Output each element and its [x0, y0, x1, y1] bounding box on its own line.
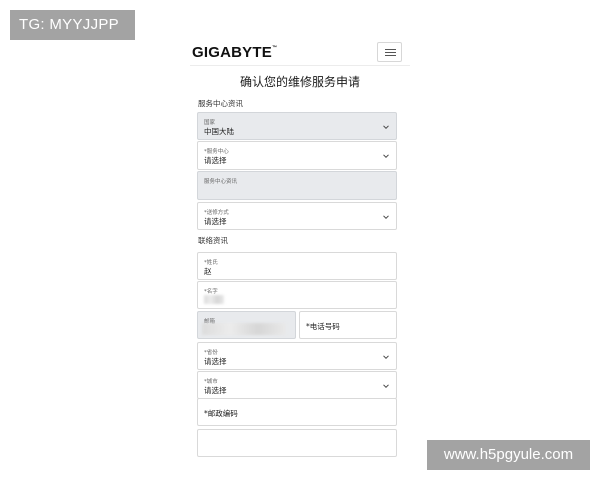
chevron-down-icon	[383, 124, 389, 130]
province-value: 请选择	[204, 357, 227, 366]
next-field[interactable]	[197, 429, 397, 457]
surname-label: *姓氏	[204, 260, 218, 266]
city-value: 请选择	[204, 386, 227, 395]
given-name-label: *名字	[204, 289, 218, 295]
service-center-value: 请选择	[204, 156, 227, 165]
province-label: *省份	[204, 350, 218, 356]
country-label: 国家	[204, 120, 216, 126]
watermark-bottom: www.h5pgyule.com	[427, 440, 590, 470]
chevron-down-icon	[383, 214, 389, 220]
chevron-down-icon	[383, 354, 389, 360]
city-label: *城市	[204, 379, 218, 385]
watermark-top: TG: MYYJJPP	[10, 10, 135, 40]
service-center-select[interactable]: *服务中心 请选择	[197, 141, 397, 170]
province-select[interactable]: *省份 请选择	[197, 342, 397, 370]
postal-code-label: *邮政编码	[204, 409, 238, 418]
service-center-label: *服务中心	[204, 149, 229, 155]
email-input[interactable]: 邮箱	[197, 311, 296, 339]
hamburger-icon[interactable]	[377, 42, 402, 62]
delivery-method-label: *送修方式	[204, 210, 229, 216]
brand-logo-text: GIGABYTE	[192, 44, 272, 61]
service-center-info-field: 服务中心资讯	[197, 171, 397, 200]
section-service-center: 服务中心资讯	[198, 99, 243, 108]
site-header: GIGABYTE™	[190, 40, 410, 66]
page-title: 确认您的维修服务申请	[239, 75, 360, 89]
chevron-down-icon	[383, 153, 389, 159]
phone-label: *电话号码	[306, 322, 340, 331]
delivery-method-value: 请选择	[204, 217, 227, 226]
redacted-email	[202, 323, 286, 335]
phone-input[interactable]: *电话号码	[299, 311, 397, 339]
surname-input[interactable]: *姓氏 赵	[197, 252, 397, 280]
delivery-method-select[interactable]: *送修方式 请选择	[197, 202, 397, 230]
section-contact: 联络资讯	[198, 236, 228, 245]
brand-logo[interactable]: GIGABYTE™	[192, 44, 277, 61]
mobile-page: GIGABYTE™ 确认您的维修服务申请 服务中心资讯 国家 中国大陆 *服务中…	[190, 40, 410, 480]
redacted-given-name	[204, 295, 224, 304]
service-center-info-label: 服务中心资讯	[204, 179, 238, 185]
country-value: 中国大陆	[204, 127, 234, 136]
trademark-mark: ™	[271, 45, 278, 51]
country-select[interactable]: 国家 中国大陆	[197, 112, 397, 140]
city-select[interactable]: *城市 请选择	[197, 371, 397, 399]
surname-value: 赵	[204, 267, 212, 276]
chevron-down-icon	[383, 383, 389, 389]
postal-code-input[interactable]: *邮政编码	[197, 398, 397, 426]
given-name-input[interactable]: *名字	[197, 281, 397, 309]
